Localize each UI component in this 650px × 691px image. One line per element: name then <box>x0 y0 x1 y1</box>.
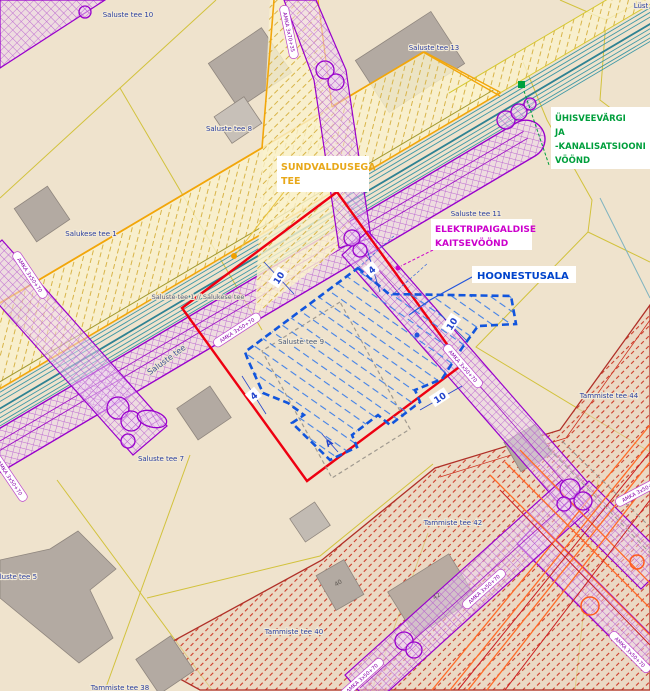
pole-icon <box>328 74 344 90</box>
callout-text: TEE <box>281 176 300 187</box>
parcel-label: Tammiste tee 42 <box>423 519 482 527</box>
pole-icon <box>574 492 592 510</box>
parcel-label: Saluste tee 13 <box>409 44 460 52</box>
water-point-icon <box>518 81 525 88</box>
road-name-label: Saluste tee 1 // Salukese tee <box>152 293 245 301</box>
parcel-label: Tammiste tee 40 <box>264 628 323 636</box>
map-canvas[interactable]: AMKA 3x50+70 AMKA 3x70+35 AMKA 3x50+70 A… <box>0 0 650 691</box>
parcel-label: Saluste tee 5 <box>0 573 37 581</box>
callout-text: KAITSEVÖÖND <box>435 238 508 249</box>
parcel-label: Tammiste tee 38 <box>90 684 149 691</box>
parcel-label: Tammiste tee 44 <box>579 392 639 400</box>
callout-text: HOONESTUSALA <box>477 271 569 282</box>
callout-text: ELEKTRIPAIGALDISE <box>435 225 536 235</box>
pole-icon <box>524 98 536 110</box>
parcel-label: Saluste tee 7 <box>138 455 184 463</box>
parcel-label: Lüst <box>634 2 649 10</box>
callout-text: ÜHISVEEVÄRGI <box>555 113 626 124</box>
parcel-label: Saluste tee 9 <box>278 338 324 346</box>
pole-icon <box>557 497 571 511</box>
callout-text: VÖÖND <box>555 155 590 166</box>
pole-icon <box>121 434 135 448</box>
pole-icon <box>353 243 367 257</box>
pole-icon <box>79 6 91 18</box>
parcel-label: Saluste tee 11 <box>451 210 502 218</box>
callout-uvk: ÜHISVEEVÄRGI JA -KANALISATSIOONI VÖÖND <box>551 107 650 169</box>
callout-text: SUNDVALDUSEGA <box>281 162 376 173</box>
map-viewport: AMKA 3x50+70 AMKA 3x70+35 AMKA 3x50+70 A… <box>0 0 650 691</box>
callout-text: JA <box>554 128 565 138</box>
utility-point-blue <box>415 333 420 338</box>
utility-point-magenta <box>396 266 401 271</box>
sundvaldusega-point-icon <box>231 253 237 259</box>
parcel-label: Saluste tee 8 <box>206 125 252 133</box>
callout-text: -KANALISATSIOONI <box>555 142 646 152</box>
parcel-label: Salukese tee 1 <box>65 230 116 238</box>
parcel-label: Saluste tee 10 <box>103 11 154 19</box>
pole-icon <box>406 642 422 658</box>
